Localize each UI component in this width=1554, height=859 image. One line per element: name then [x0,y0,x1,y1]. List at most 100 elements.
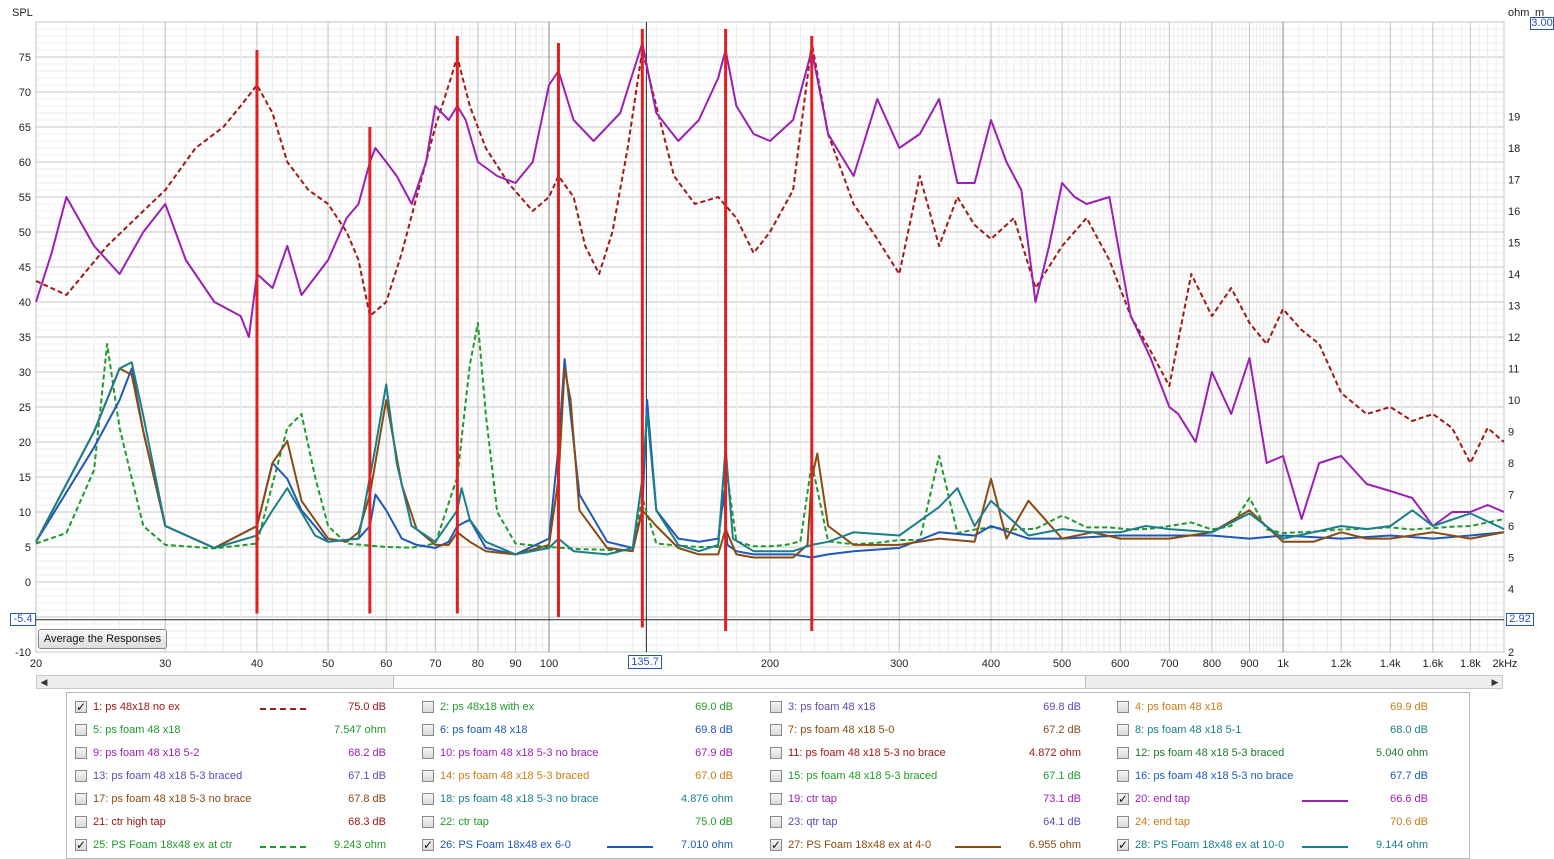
y-right-tick-label: 9 [1508,427,1514,439]
checkbox-unchecked-icon[interactable] [422,816,434,828]
checkbox-unchecked-icon[interactable] [422,701,434,713]
legend-item[interactable]: 2: ps 48x18 with ex 69.0 dB [422,699,752,717]
legend-item[interactable]: ✓ 27: PS Foam 18x48 ex at 4-0 6.955 ohm [770,837,1100,855]
legend-item[interactable]: ✓ 26: PS Foam 18x48 ex 6-0 7.010 ohm [422,837,752,855]
checkbox-unchecked-icon[interactable] [75,770,87,782]
checkbox-unchecked-icon[interactable] [1117,747,1129,759]
y-right-tick-label: 6 [1508,521,1514,533]
frequency-response-chart[interactable]: -10-505101520253035404550556065707524567… [0,0,1554,672]
legend-swatch [1302,846,1348,848]
checkbox-unchecked-icon[interactable] [422,724,434,736]
legend-item[interactable]: ✓ 1: ps 48x18 no ex 75.0 dB [75,699,405,717]
y-right-tick-label: 16 [1508,206,1520,218]
checkbox-unchecked-icon[interactable] [75,747,87,759]
legend-item[interactable]: 17: ps foam 48 x18 5-3 no brace 67.8 dB [75,791,405,809]
scroll-thumb[interactable] [393,676,1086,688]
y-tick-label: 65 [19,122,31,134]
legend-item[interactable]: 3: ps foam 48 x18 69.8 dB [770,699,1100,717]
y-right-tick-label: 17 [1508,175,1520,187]
checkbox-unchecked-icon[interactable] [770,770,782,782]
legend-item-value: 66.6 dB [1390,793,1428,805]
legend-item-label: 13: ps foam 48 x18 5-3 braced [93,770,243,782]
legend-item[interactable]: ✓ 28: PS Foam 18x48 ex at 10-0 9.144 ohm [1117,837,1447,855]
checkbox-unchecked-icon[interactable] [75,724,87,736]
series-legend-panel: ✓ 1: ps 48x18 no ex 75.0 dB 2: ps 48x18 wit… [66,692,1470,859]
legend-item-value: 64.1 dB [1043,816,1081,828]
legend-item-value: 9.144 ohm [1376,839,1428,851]
legend-item[interactable]: 23: qtr tap 64.1 dB [770,814,1100,832]
y-tick-label: 0 [25,577,31,589]
legend-item-value: 68.3 dB [348,816,386,828]
legend-item[interactable]: ✓ 25: PS Foam 18x48 ex at ctr 9.243 ohm [75,837,405,855]
checkbox-unchecked-icon[interactable] [770,793,782,805]
legend-item[interactable]: 6: ps foam 48 x18 69.8 dB [422,722,752,740]
legend-item-value: 7.547 ohm [334,724,386,736]
y-tick-label: 25 [19,402,31,414]
y-right-tick-label: 4 [1508,584,1514,596]
scroll-right-icon[interactable]: ▶ [1488,676,1502,688]
checkbox-unchecked-icon[interactable] [1117,770,1129,782]
legend-item[interactable]: 12: ps foam 48 x18 5-3 braced 5.040 ohm [1117,745,1447,763]
checkbox-checked-icon[interactable]: ✓ [75,701,87,713]
y-tick-label: 15 [19,472,31,484]
checkbox-unchecked-icon[interactable] [422,747,434,759]
legend-item[interactable]: 11: ps foam 48 x18 5-3 no brace 4.872 ohm [770,745,1100,763]
y-right-tick-label: 13 [1508,301,1520,313]
legend-item[interactable]: 9: ps foam 48 x18 5-2 68.2 dB [75,745,405,763]
legend-item[interactable]: 21: ctr high tap 68.3 dB [75,814,405,832]
y-tick-label: 55 [19,192,31,204]
x-tick-label: 2kHz [1492,658,1517,670]
checkbox-unchecked-icon[interactable] [1117,701,1129,713]
checkbox-checked-icon[interactable]: ✓ [1117,793,1129,805]
legend-item-value: 67.1 dB [348,770,386,782]
legend-item[interactable]: 7: ps foam 48 x18 5-0 67.2 dB [770,722,1100,740]
y-right-tick-label: 8 [1508,458,1514,470]
checkbox-checked-icon[interactable]: ✓ [770,839,782,851]
checkbox-unchecked-icon[interactable] [422,793,434,805]
legend-item[interactable]: 15: ps foam 48 x18 5-3 braced 67.1 dB [770,768,1100,786]
y-tick-label: 20 [19,437,31,449]
checkbox-unchecked-icon[interactable] [75,793,87,805]
y-right-tick-label: 10 [1508,395,1520,407]
legend-item[interactable]: 4: ps foam 48 x18 69.9 dB [1117,699,1447,717]
y-right-tick-label: 18 [1508,143,1520,155]
legend-item[interactable]: 22: ctr tap 75.0 dB [422,814,752,832]
y-tick-label: 75 [19,52,31,64]
y-right-tick-label: 11 [1508,364,1519,376]
legend-item[interactable]: 13: ps foam 48 x18 5-3 braced 67.1 dB [75,768,405,786]
legend-swatch [1302,800,1348,802]
legend-item[interactable]: ✓ 20: end tap 66.6 dB [1117,791,1447,809]
legend-item-label: 27: PS Foam 18x48 ex at 4-0 [788,839,932,851]
legend-item-value: 4.876 ohm [681,793,733,805]
legend-item[interactable]: 18: ps foam 48 x18 5-3 no brace 4.876 ohm [422,791,752,809]
checkbox-unchecked-icon[interactable] [770,816,782,828]
average-responses-button[interactable]: Average the Responses [38,629,167,649]
legend-item[interactable]: 10: ps foam 48 x18 5-3 no brace 67.9 dB [422,745,752,763]
legend-item-value: 69.9 dB [1390,701,1428,713]
checkbox-unchecked-icon[interactable] [770,724,782,736]
legend-item-value: 5.040 ohm [1376,747,1428,759]
checkbox-unchecked-icon[interactable] [770,747,782,759]
legend-item-label: 15: ps foam 48 x18 5-3 braced [788,770,938,782]
checkbox-unchecked-icon[interactable] [422,770,434,782]
checkbox-checked-icon[interactable]: ✓ [1117,839,1129,851]
legend-item[interactable]: 24: end tap 70.6 dB [1117,814,1447,832]
x-tick-label: 500 [1053,658,1071,670]
x-tick-label: 900 [1240,658,1258,670]
checkbox-checked-icon[interactable]: ✓ [75,839,87,851]
checkbox-checked-icon[interactable]: ✓ [422,839,434,851]
checkbox-unchecked-icon[interactable] [1117,724,1129,736]
legend-item[interactable]: 19: ctr tap 73.1 dB [770,791,1100,809]
checkbox-unchecked-icon[interactable] [75,816,87,828]
legend-item[interactable]: 16: ps foam 48 x18 5-3 no brace 67.7 dB [1117,768,1447,786]
x-tick-label: 1.8k [1460,658,1481,670]
legend-item[interactable]: 8: ps foam 48 x18 5-1 68.0 dB [1117,722,1447,740]
legend-item[interactable]: 14: ps foam 48 x18 5-3 braced 67.0 dB [422,768,752,786]
x-tick-label: 100 [540,658,558,670]
scroll-left-icon[interactable]: ◀ [37,676,51,688]
checkbox-unchecked-icon[interactable] [770,701,782,713]
legend-item-label: 28: PS Foam 18x48 ex at 10-0 [1135,839,1285,851]
checkbox-unchecked-icon[interactable] [1117,816,1129,828]
horizontal-scrollbar[interactable]: ◀ ▶ [36,675,1503,689]
legend-item[interactable]: 5: ps foam 48 x18 7.547 ohm [75,722,405,740]
